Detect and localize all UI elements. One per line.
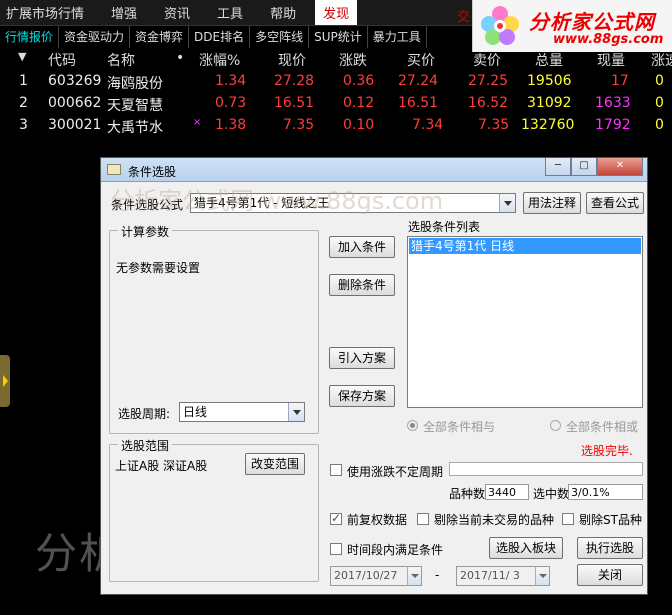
- tab-power-tools[interactable]: 暴力工具: [368, 26, 427, 48]
- tab-fund-game[interactable]: 资金博弈: [130, 26, 190, 48]
- col-volume[interactable]: 总量: [535, 50, 563, 70]
- formula-select[interactable]: 猎手4号第1代 - 短线之王: [190, 193, 516, 213]
- col-speed[interactable]: 涨速: [651, 50, 672, 70]
- save-plan-button[interactable]: 保存方案: [329, 385, 395, 407]
- col-ask[interactable]: 卖价: [473, 50, 501, 70]
- menu-trail-text[interactable]: 交: [457, 6, 470, 25]
- selected-label: 选中数: [533, 487, 570, 501]
- import-plan-button[interactable]: 引入方案: [329, 347, 395, 369]
- maximize-icon[interactable]: □: [571, 158, 597, 176]
- select-to-block-button[interactable]: 选股入板块: [489, 537, 563, 559]
- radio-and-label: 全部条件相与: [423, 420, 496, 434]
- add-condition-button[interactable]: 加入条件: [329, 236, 395, 258]
- selected-value: 3/0.1%: [568, 484, 643, 500]
- col-price[interactable]: 现价: [278, 50, 306, 70]
- brand-name: 分析家公式网: [529, 10, 655, 34]
- col-pct[interactable]: 涨幅%: [199, 50, 240, 70]
- menu-ext-market[interactable]: 扩展市场行情: [6, 3, 84, 22]
- radio-or[interactable]: [550, 420, 561, 431]
- close-icon[interactable]: ✕: [597, 158, 643, 176]
- change-range-button[interactable]: 改变范围: [245, 453, 305, 475]
- col-change[interactable]: 涨跌: [339, 50, 367, 70]
- menu-news[interactable]: 资讯: [164, 3, 190, 22]
- exclude-untraded-label: 剔除当前未交易的品种: [434, 513, 555, 527]
- col-dot: •: [176, 50, 185, 66]
- tab-quotes[interactable]: 行情报价: [0, 26, 60, 48]
- period-label: 选股周期:: [118, 407, 171, 421]
- exclude-untraded-checkbox[interactable]: [417, 513, 429, 525]
- delete-condition-button[interactable]: 删除条件: [329, 274, 395, 296]
- date-separator: -: [435, 568, 440, 582]
- tab-long-short[interactable]: 多空阵线: [250, 26, 310, 48]
- table-header: ▼ 代码 名称 • 涨幅% 现价 涨跌 买价 卖价 总量 现量 涨速: [0, 48, 672, 70]
- time-window-checkbox[interactable]: [330, 543, 342, 555]
- col-code[interactable]: 代码: [48, 50, 76, 70]
- brand-url: www.88gs.com: [553, 32, 664, 47]
- range-text: 上证A股 深证A股: [115, 459, 208, 473]
- sort-arrow-icon[interactable]: ▼: [18, 50, 26, 63]
- pre-adjust-checkbox[interactable]: [330, 511, 342, 525]
- radio-and[interactable]: [407, 420, 418, 431]
- usage-notes-button[interactable]: 用法注释: [523, 192, 581, 214]
- side-panel-toggle-icon[interactable]: [0, 355, 10, 407]
- chevron-down-icon[interactable]: [407, 567, 421, 585]
- count-value: 3440: [485, 484, 529, 500]
- dialog-titlebar[interactable]: 条件选股 ─ □ ✕: [101, 158, 647, 182]
- formula-label: 条件选股公式: [111, 198, 184, 212]
- table-row[interactable]: 1 603269 海鸥股份 1.34 27.28 0.36 27.24 27.2…: [0, 71, 672, 93]
- dialog-title: 条件选股: [128, 165, 177, 179]
- stock-screener-dialog: 条件选股 ─ □ ✕ 条件选股公式 猎手4号第1代 - 短线之王 用法注释 查看…: [100, 157, 648, 595]
- table-row[interactable]: 2 000662 天夏智慧 0.73 16.51 0.12 16.51 16.5…: [0, 93, 672, 115]
- window-icon: [107, 164, 121, 175]
- menu-discover[interactable]: 发现: [315, 0, 358, 25]
- radio-or-label: 全部条件相或: [566, 420, 639, 434]
- view-formula-button[interactable]: 查看公式: [586, 192, 644, 214]
- period-select[interactable]: 日线: [179, 402, 305, 422]
- date-end-field[interactable]: 2017/11/ 3: [456, 566, 550, 586]
- tab-dde-rank[interactable]: DDE排名: [189, 26, 251, 48]
- uncertain-period-label: 使用涨跌不定周期: [347, 465, 444, 479]
- time-window-label: 时间段内满足条件: [347, 543, 444, 557]
- status-text: 选股完毕.: [581, 444, 633, 458]
- exclude-st-label: 剔除ST品种: [579, 513, 642, 527]
- chevron-down-icon[interactable]: [288, 403, 304, 421]
- count-label: 品种数: [449, 487, 486, 501]
- chevron-down-icon[interactable]: [535, 567, 549, 585]
- table-row[interactable]: 3 300021 大禹节水 × 1.38 7.35 0.10 7.34 7.35…: [0, 115, 672, 137]
- list-item[interactable]: 猎手4号第1代 日线: [409, 238, 641, 254]
- tab-row: 行情报价 资金驱动力 资金博弈 DDE排名 多空阵线 SUP统计 暴力工具: [0, 26, 472, 48]
- col-name[interactable]: 名称: [107, 50, 135, 70]
- tab-fund-drive[interactable]: 资金驱动力: [59, 26, 131, 48]
- flower-logo-icon: [481, 6, 519, 45]
- condition-list-title: 选股条件列表: [408, 220, 481, 234]
- tab-sup-stats[interactable]: SUP统计: [309, 26, 368, 48]
- site-logo: 分析家公式网 www.88gs.com: [472, 0, 672, 52]
- progress-bar: [449, 462, 643, 476]
- chevron-down-icon[interactable]: [499, 194, 515, 212]
- pre-adjust-label: 前复权数据: [347, 513, 408, 527]
- uncertain-period-checkbox[interactable]: [330, 464, 342, 476]
- date-start-field[interactable]: 2017/10/27: [330, 566, 422, 586]
- col-cur-vol[interactable]: 现量: [597, 50, 625, 70]
- minimize-icon[interactable]: ─: [545, 158, 571, 176]
- flag-icon: ×: [193, 117, 202, 128]
- col-bid[interactable]: 买价: [407, 50, 435, 70]
- exclude-st-checkbox[interactable]: [562, 513, 574, 525]
- menu-tools[interactable]: 工具: [217, 3, 243, 22]
- params-text: 无参数需要设置: [116, 261, 201, 275]
- close-button[interactable]: 关闭: [577, 564, 643, 586]
- execute-button[interactable]: 执行选股: [577, 537, 643, 559]
- condition-list[interactable]: 猎手4号第1代 日线: [407, 236, 643, 408]
- menu-help[interactable]: 帮助: [270, 3, 296, 22]
- menu-enhance[interactable]: 增强: [111, 3, 137, 22]
